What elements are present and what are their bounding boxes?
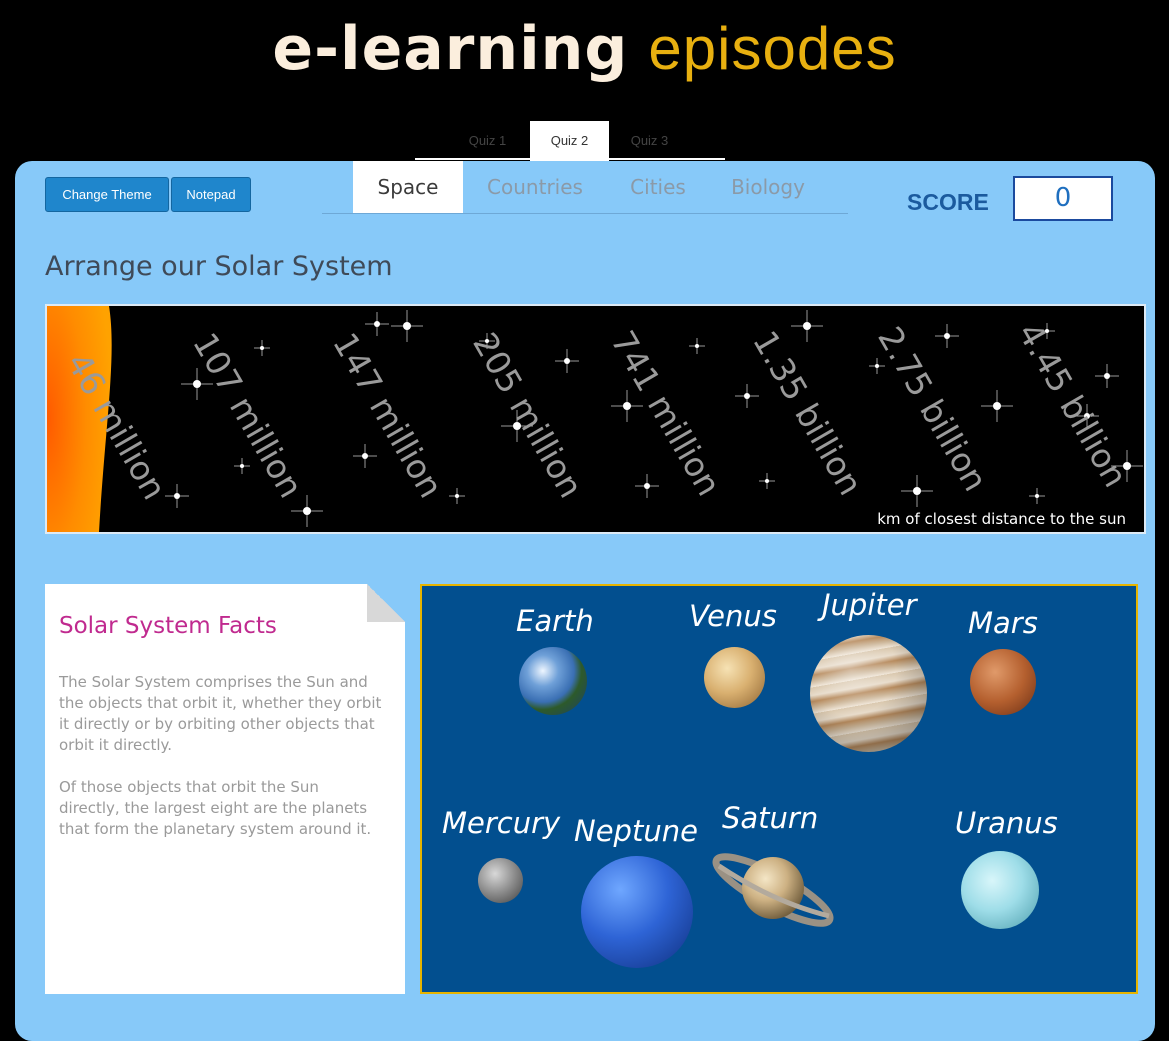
planet-uranus[interactable] <box>961 851 1039 929</box>
star-glint <box>735 384 759 408</box>
tab-cities[interactable]: Cities <box>607 161 709 213</box>
page-title: Arrange our Solar System <box>45 251 393 282</box>
planet-label-saturn: Saturn <box>722 801 819 835</box>
star-glint <box>234 458 250 474</box>
planet-label-venus: Venus <box>689 599 777 633</box>
tab-quiz-1[interactable]: Quiz 1 <box>448 121 527 161</box>
planet-label-mercury: Mercury <box>442 806 561 840</box>
planet-mars[interactable] <box>970 649 1036 715</box>
logo-part-elearning: e-learning <box>272 14 629 84</box>
planet-board: Earth Venus Jupiter Mars Mercury Neptune… <box>420 584 1138 994</box>
star-glint <box>391 310 423 342</box>
tab-quiz-2[interactable]: Quiz 2 <box>530 121 609 161</box>
planet-neptune[interactable] <box>581 856 693 968</box>
score-value: 0 <box>1013 176 1113 221</box>
star-glint <box>365 312 389 336</box>
planet-label-mars: Mars <box>968 606 1038 640</box>
planet-jupiter[interactable] <box>810 635 927 752</box>
facts-title: Solar System Facts <box>59 613 277 639</box>
star-glint <box>1029 488 1045 504</box>
facts-paragraph-2: Of those objects that orbit the Sun dire… <box>59 778 372 838</box>
distance-caption: km of closest distance to the sun <box>877 510 1126 528</box>
facts-card: Solar System Facts The Solar System comp… <box>45 584 405 994</box>
star-glint <box>759 473 775 489</box>
planet-label-neptune: Neptune <box>574 814 698 848</box>
page-fold-corner <box>367 584 405 622</box>
change-theme-button[interactable]: Change Theme <box>45 177 169 212</box>
planet-label-earth: Earth <box>516 604 594 638</box>
planet-label-jupiter: Jupiter <box>822 588 917 622</box>
planet-venus[interactable] <box>704 647 765 708</box>
star-glint <box>901 475 933 507</box>
logo-part-episodes: episodes <box>648 15 897 82</box>
facts-paragraph-1: The Solar System comprises the Sun and t… <box>59 673 382 754</box>
star-glint <box>1095 364 1119 388</box>
star-glint <box>791 310 823 342</box>
tab-quiz-3[interactable]: Quiz 3 <box>610 121 689 161</box>
tab-countries[interactable]: Countries <box>471 161 599 213</box>
tab-biology[interactable]: Biology <box>717 161 819 213</box>
star-glint <box>555 349 579 373</box>
star-glint <box>981 390 1013 422</box>
notepad-button[interactable]: Notepad <box>171 177 251 212</box>
planet-earth[interactable] <box>519 647 587 715</box>
quiz-tabs-underline <box>415 158 725 160</box>
star-glint <box>689 338 705 354</box>
star-glint <box>291 495 323 527</box>
planet-saturn[interactable] <box>707 844 839 936</box>
star-glint <box>353 444 377 468</box>
star-glint <box>935 324 959 348</box>
star-glint <box>449 488 465 504</box>
star-glint <box>254 340 270 356</box>
planet-label-uranus: Uranus <box>955 806 1058 840</box>
tab-space[interactable]: Space <box>353 161 463 213</box>
star-glint <box>635 474 659 498</box>
quiz-panel: Change Theme Notepad Space Countries Cit… <box>15 161 1155 1041</box>
site-logo: e-learning episodes <box>0 14 1169 84</box>
distance-banner: 46 million 107 million 147 million 205 m… <box>45 304 1146 534</box>
subject-tabs: Space Countries Cities Biology <box>322 161 848 214</box>
planet-mercury[interactable] <box>478 858 523 903</box>
score-label: SCORE <box>907 189 989 215</box>
